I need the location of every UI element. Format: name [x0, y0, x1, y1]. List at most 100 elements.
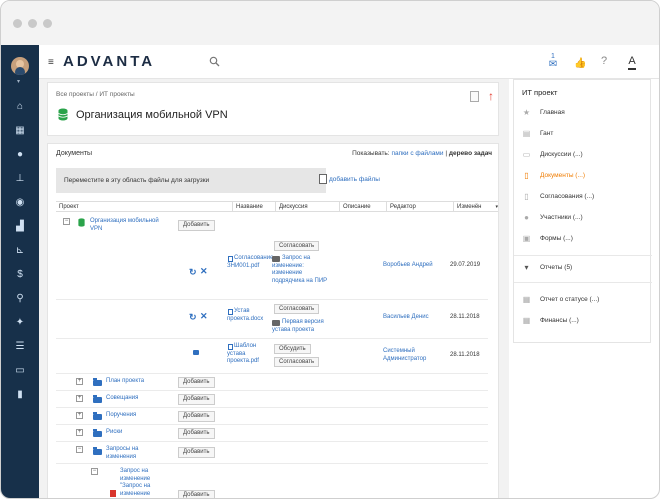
add-button[interactable]: Добавить [178, 490, 215, 498]
column-header[interactable]: Редактор [387, 201, 454, 212]
app-window: ▾ ⌂ ▦ ● ⊥ ◉ ▟ ⊾ $ ⚲ ✦ ☰ ▭ ▮ ≡ ADVANTA 1 … [0, 0, 660, 499]
approve-button[interactable]: Согласовать [274, 304, 320, 314]
doc-icon: ▯ [524, 171, 529, 180]
folder-icon [93, 395, 102, 403]
file-link[interactable]: Шаблон устава проекта.pdf [227, 343, 267, 366]
column-header[interactable]: Проект [56, 201, 233, 212]
expand-toggle[interactable]: + [76, 429, 83, 436]
folder-link[interactable]: Запросы на изменения [106, 446, 161, 461]
nav-item-label: Документы (...) [540, 172, 586, 179]
divider [514, 282, 652, 283]
file-add-icon [319, 174, 327, 184]
drop-zone[interactable]: Переместите в эту область файлы для загр… [56, 168, 326, 193]
home-icon[interactable]: ⌂ [14, 101, 26, 113]
column-header[interactable]: Описание [340, 201, 387, 212]
refresh-icon[interactable]: ↻ [189, 267, 197, 278]
chart-icon[interactable]: ▟ [14, 221, 26, 233]
column-header[interactable]: Изменён ▾ [454, 201, 498, 212]
row-divider [56, 299, 488, 300]
structure-icon[interactable]: ⊥ [14, 173, 26, 185]
row-divider [56, 338, 488, 339]
approve-button[interactable]: Согласовать [274, 357, 320, 367]
folder-link[interactable]: Совещания [106, 395, 138, 403]
logo-text: ADVANTA [63, 53, 156, 70]
add-button[interactable]: Добавить [178, 411, 215, 422]
editor-link[interactable]: Воробьев Андрей [383, 262, 448, 270]
sort-down-icon: ▾ [495, 204, 498, 210]
close-icon[interactable]: ✕ [200, 311, 208, 322]
expand-toggle[interactable]: + [76, 412, 83, 419]
approve-button[interactable]: Согласовать [274, 241, 320, 251]
database-icon [78, 218, 85, 227]
column-header-label: Изменён [457, 204, 482, 210]
document-icon[interactable] [470, 91, 479, 102]
view-switcher: Показывать: папки с файлами | дерево зад… [352, 150, 492, 157]
nav-item-label: Главная [540, 109, 565, 116]
sparkle-icon[interactable]: ✦ [14, 317, 26, 329]
expand-toggle[interactable]: + [76, 395, 83, 402]
collapse-toggle[interactable]: − [76, 446, 83, 453]
calendar-icon[interactable]: ▦ [14, 125, 26, 137]
add-button[interactable]: Добавить [178, 377, 215, 388]
arrow-up-icon[interactable]: ↑ [488, 89, 494, 103]
chevron-down-icon[interactable]: ▾ [17, 78, 20, 85]
user-menu-icon[interactable]: A [625, 55, 639, 70]
show-files-link[interactable]: папки с файлами [391, 150, 443, 157]
add-button[interactable]: Добавить [178, 447, 215, 458]
tasks-icon[interactable]: ☰ [14, 341, 26, 353]
help-icon[interactable]: ? [601, 55, 607, 67]
users-icon[interactable]: ● [14, 149, 26, 161]
add-button[interactable]: Добавить [178, 428, 215, 439]
page-title: Организация мобильной VPN [76, 109, 228, 121]
window-dot[interactable] [43, 19, 52, 28]
collapse-toggle[interactable]: − [91, 468, 98, 475]
subfolder-link[interactable]: Запрос на изменение "Запрос на изменение [120, 468, 165, 498]
mail-button[interactable]: 1 ✉ [545, 53, 561, 73]
bookmark-icon[interactable]: ▮ [14, 389, 26, 401]
report-icon: ▦ [522, 295, 531, 304]
run-icon[interactable]: ⚲ [14, 293, 26, 305]
left-sidebar: ▾ ⌂ ▦ ● ⊥ ◉ ▟ ⊾ $ ⚲ ✦ ☰ ▭ ▮ [1, 45, 39, 498]
nav-item-label: Участники (...) [540, 214, 583, 221]
file-link[interactable]: Устав проекта.docx [227, 308, 267, 323]
folder-link[interactable]: Поручения [106, 412, 136, 420]
like-icon[interactable]: 👍 [574, 58, 586, 69]
show-tree-link[interactable]: дерево задач [449, 150, 492, 157]
discussion-link[interactable]: Запрос на изменение: изменение подрядчик… [272, 255, 332, 285]
add-button[interactable]: Добавить [178, 220, 215, 231]
column-header[interactable]: Название [233, 201, 276, 212]
folder-link[interactable]: План проекта [106, 378, 144, 386]
window-icon[interactable]: ▭ [14, 365, 26, 377]
discussion-link[interactable]: Первая версия устава проекта [272, 319, 332, 334]
file-link[interactable]: Согласование ЗНИ001.pdf [227, 255, 273, 270]
row-divider [56, 424, 488, 425]
discuss-button[interactable]: Обсудить [274, 344, 311, 354]
add-files-link[interactable]: добавить файлы [319, 174, 380, 184]
folder-link[interactable]: Риски [106, 429, 122, 437]
logo[interactable]: ADVANTA [63, 53, 155, 70]
search-icon[interactable] [209, 56, 220, 67]
collapse-toggle[interactable]: − [63, 218, 70, 225]
add-files-label: добавить файлы [329, 176, 380, 183]
menu-icon[interactable]: ≡ [48, 57, 54, 68]
target-icon[interactable]: ◉ [14, 197, 26, 209]
documents-panel: Документы Показывать: папки с файлами | … [47, 143, 499, 498]
window-dot[interactable] [28, 19, 37, 28]
refresh-icon[interactable]: ↻ [189, 312, 197, 323]
project-link[interactable]: Организация мобильной VPN [90, 218, 160, 233]
editor-link[interactable]: Системный Администратор [383, 348, 448, 363]
window-dot[interactable] [13, 19, 22, 28]
add-button[interactable]: Добавить [178, 394, 215, 405]
column-header[interactable]: Дискуссия [276, 201, 340, 212]
gantt-icon[interactable]: ⊾ [14, 245, 26, 257]
breadcrumb[interactable]: Все проекты / ИТ проекты [56, 91, 135, 98]
users-icon: ● [524, 213, 529, 222]
expand-toggle[interactable]: + [76, 378, 83, 385]
nav-item-label: Гант [540, 130, 554, 137]
folder-icon [93, 378, 102, 386]
editor-link[interactable]: Васильев Денис [383, 314, 448, 322]
close-icon[interactable]: ✕ [200, 266, 208, 277]
avatar[interactable] [11, 57, 29, 75]
dollar-icon[interactable]: $ [14, 269, 26, 281]
nav-item-label: Согласования (...) [540, 193, 595, 200]
